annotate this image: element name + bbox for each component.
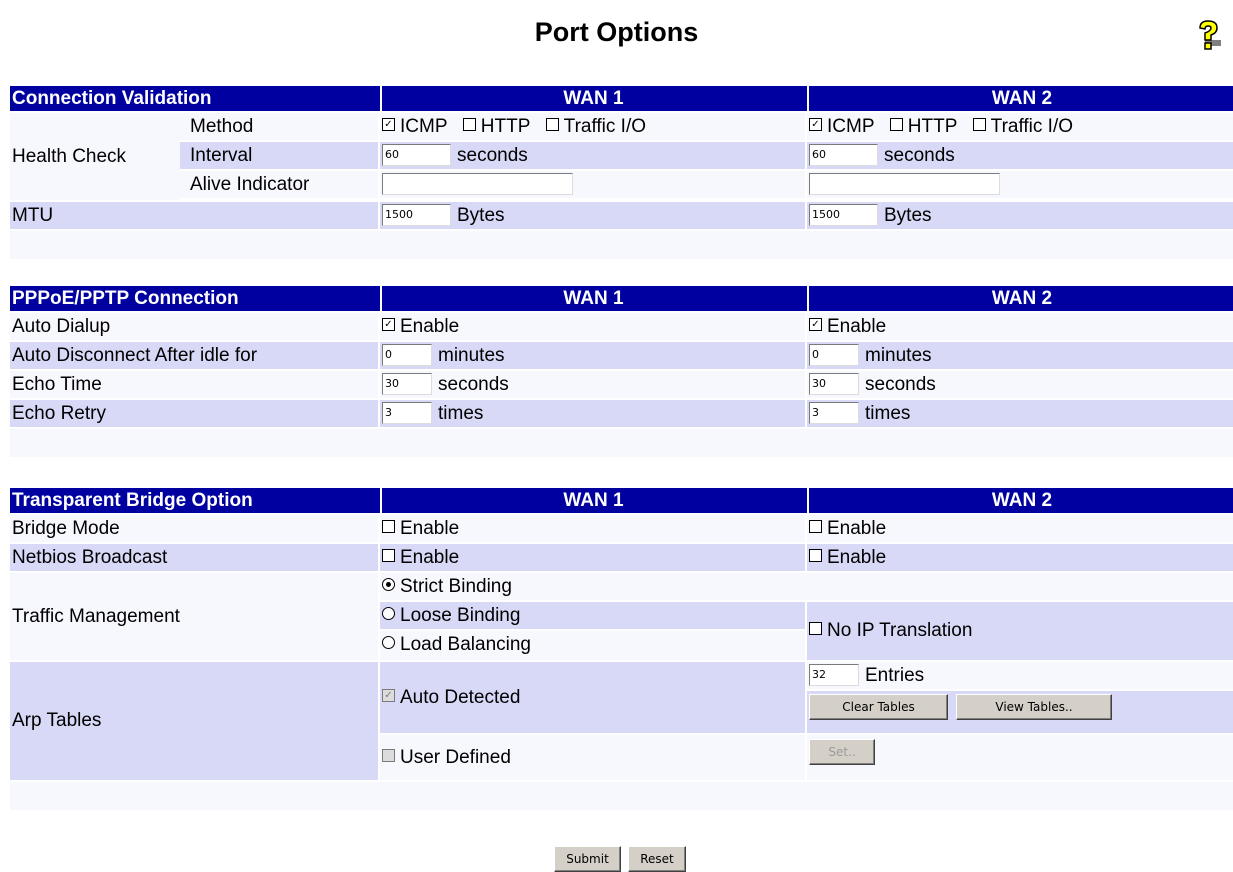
wan2-method-options: ✓ ICMP HTTP Traffic I/O — [809, 113, 1083, 140]
user-defined-label: User Defined — [400, 747, 511, 768]
minutes-unit: minutes — [865, 345, 932, 366]
wan2-http-checkbox[interactable] — [889, 118, 903, 132]
wan1-idle-input[interactable]: 0 — [382, 343, 432, 366]
auto-dialup-label: Auto Dialup — [12, 316, 111, 337]
no-ip-translation-label: No IP Translation — [827, 620, 973, 641]
enable-label: Enable — [400, 316, 460, 337]
wan1-mtu-input[interactable]: 1500 — [382, 203, 451, 226]
section-header: PPPoE/PPTP Connection WAN 1 WAN 2 — [10, 286, 1233, 311]
wan1-column-header: WAN 1 — [380, 286, 805, 311]
enable-label: Enable — [827, 316, 887, 337]
alive-indicator-label: Alive Indicator — [190, 174, 310, 195]
enable-label: Enable — [400, 518, 460, 539]
seconds-unit: seconds — [438, 374, 509, 395]
load-balancing-radio[interactable] — [382, 636, 395, 650]
mtu-unit: Bytes — [884, 205, 932, 226]
entries-unit: Entries — [865, 665, 925, 686]
icmp-label: ICMP — [400, 116, 448, 137]
wan2-alive-indicator-input[interactable] — [809, 172, 1000, 195]
wan2-netbios-checkbox[interactable] — [809, 549, 822, 563]
loose-binding-radio[interactable] — [382, 607, 395, 621]
set-button[interactable]: Set.. — [809, 739, 875, 765]
wan2-idle-input[interactable]: 0 — [809, 343, 859, 366]
auto-detected-checkbox[interactable]: ✓ — [382, 689, 395, 703]
wan2-icmp-checkbox[interactable]: ✓ — [809, 118, 822, 132]
load-balancing-label: Load Balancing — [400, 634, 531, 655]
enable-label: Enable — [400, 547, 460, 568]
wan2-column-header: WAN 2 — [807, 488, 1233, 513]
seconds-unit: seconds — [865, 374, 936, 395]
interval-unit: seconds — [884, 145, 955, 166]
page-title: Port Options — [534, 17, 699, 47]
wan1-column-header: WAN 1 — [380, 86, 805, 111]
http-label: HTTP — [907, 116, 958, 137]
auto-detected-label: Auto Detected — [400, 687, 521, 708]
times-unit: times — [438, 403, 484, 424]
wan1-echo-time-input[interactable]: 30 — [382, 372, 432, 395]
help-question-icon[interactable] — [1192, 18, 1226, 52]
wan1-alive-indicator-input[interactable] — [382, 172, 573, 195]
wan1-interval-input[interactable]: 60 — [382, 143, 451, 166]
wan2-column-header: WAN 2 — [807, 286, 1233, 311]
arp-entries-input[interactable]: 32 — [809, 663, 859, 686]
wan2-mtu-input[interactable]: 1500 — [809, 203, 878, 226]
wan1-traffic-io-checkbox[interactable] — [545, 118, 559, 132]
enable-label: Enable — [827, 518, 887, 539]
bridge-section: Transparent Bridge Option WAN 1 WAN 2 Br… — [10, 488, 1233, 810]
interval-unit: seconds — [457, 145, 528, 166]
wan1-method-options: ✓ ICMP HTTP Traffic I/O — [382, 113, 656, 140]
section-title: PPPoE/PPTP Connection — [12, 288, 239, 309]
echo-retry-label: Echo Retry — [12, 403, 106, 424]
mtu-label: MTU — [12, 205, 54, 226]
mtu-unit: Bytes — [457, 205, 505, 226]
section-header: Transparent Bridge Option WAN 1 WAN 2 — [10, 488, 1233, 513]
enable-label: Enable — [827, 547, 887, 568]
netbios-broadcast-label: Netbios Broadcast — [12, 547, 168, 568]
wan1-auto-dialup-checkbox[interactable]: ✓ — [382, 318, 395, 332]
times-unit: times — [865, 403, 911, 424]
traffic-management-label: Traffic Management — [12, 606, 180, 627]
wan1-bridge-mode-checkbox[interactable] — [382, 520, 395, 534]
wan2-echo-retry-input[interactable]: 3 — [809, 401, 859, 424]
wan2-auto-dialup-checkbox[interactable]: ✓ — [809, 318, 822, 332]
auto-disconnect-label: Auto Disconnect After idle for — [12, 345, 258, 366]
wan2-interval-input[interactable]: 60 — [809, 143, 878, 166]
method-label: Method — [190, 116, 254, 137]
wan2-bridge-mode-checkbox[interactable] — [809, 520, 822, 534]
traffic-io-label: Traffic I/O — [990, 116, 1074, 137]
user-defined-checkbox[interactable] — [382, 749, 395, 763]
icmp-label: ICMP — [827, 116, 875, 137]
wan1-column-header: WAN 1 — [380, 488, 805, 513]
health-check-label: Health Check — [12, 146, 127, 167]
bridge-mode-label: Bridge Mode — [12, 518, 120, 539]
pppoe-section: PPPoE/PPTP Connection WAN 1 WAN 2 Auto D… — [10, 286, 1233, 457]
wan1-echo-retry-input[interactable]: 3 — [382, 401, 432, 424]
wan2-traffic-io-checkbox[interactable] — [972, 118, 986, 132]
wan1-netbios-checkbox[interactable] — [382, 549, 395, 563]
strict-binding-radio[interactable] — [382, 578, 395, 592]
section-header: Connection Validation WAN 1 WAN 2 — [10, 86, 1233, 111]
wan2-echo-time-input[interactable]: 30 — [809, 372, 859, 395]
http-label: HTTP — [480, 116, 531, 137]
loose-binding-label: Loose Binding — [400, 605, 521, 626]
wan2-column-header: WAN 2 — [807, 86, 1233, 111]
wan1-icmp-checkbox[interactable]: ✓ — [382, 118, 395, 132]
section-title: Transparent Bridge Option — [12, 490, 253, 511]
strict-binding-label: Strict Binding — [400, 576, 512, 597]
arp-tables-label: Arp Tables — [12, 710, 102, 731]
section-title: Connection Validation — [12, 88, 212, 109]
traffic-io-label: Traffic I/O — [563, 116, 647, 137]
clear-tables-button[interactable]: Clear Tables — [809, 694, 948, 720]
echo-time-label: Echo Time — [12, 374, 102, 395]
no-ip-translation-checkbox[interactable] — [809, 622, 822, 636]
submit-button[interactable]: Submit — [554, 846, 621, 872]
interval-label: Interval — [190, 145, 253, 166]
minutes-unit: minutes — [438, 345, 505, 366]
connection-validation-section: Connection Validation WAN 1 WAN 2 Health… — [10, 86, 1233, 259]
wan1-http-checkbox[interactable] — [462, 118, 476, 132]
reset-button[interactable]: Reset — [628, 846, 686, 872]
view-tables-button[interactable]: View Tables.. — [956, 694, 1112, 720]
